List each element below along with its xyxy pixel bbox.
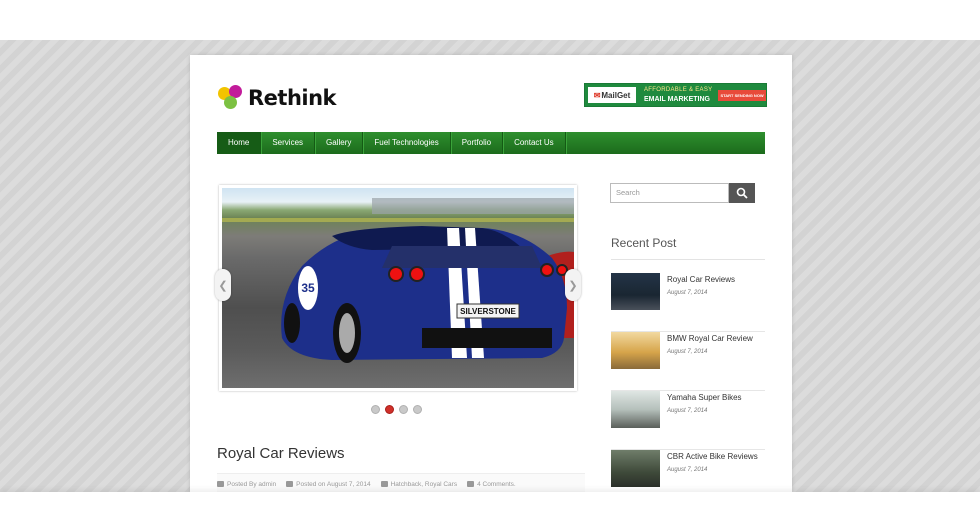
ad-headline: EMAIL MARKETING: [644, 96, 710, 103]
recent-post-thumbnail[interactable]: [611, 391, 660, 428]
post-date: Posted on August 7, 2014: [286, 481, 371, 488]
nav-contact-us[interactable]: Contact Us: [503, 132, 566, 154]
slider-dot-4[interactable]: [413, 405, 422, 414]
slider-pagination: [371, 405, 422, 414]
slider-dot-2[interactable]: [385, 405, 394, 414]
nav-fuel-technologies[interactable]: Fuel Technologies: [363, 132, 451, 154]
site-name: Rethink: [248, 86, 337, 110]
slide-frame: 35 SILVERSTONE: [219, 185, 577, 391]
slider-dot-3[interactable]: [399, 405, 408, 414]
post-categories[interactable]: Hatchback, Royal Cars: [380, 481, 457, 488]
ad-text: AFFORDABLE & EASY EMAIL MARKETING: [644, 86, 712, 104]
ad-button[interactable]: START SENDING NOW: [718, 89, 766, 101]
recent-post-thumbnail[interactable]: [611, 332, 660, 369]
recent-post-title[interactable]: Yamaha Super Bikes: [667, 393, 742, 402]
car-photo: 35 SILVERSTONE: [222, 198, 574, 363]
recent-post-heading: Recent Post: [611, 236, 677, 250]
svg-text:35: 35: [301, 281, 315, 295]
site-logo[interactable]: Rethink: [218, 83, 337, 113]
nav-services[interactable]: Services: [261, 132, 316, 154]
ad-logo: ✉ MailGet: [588, 87, 636, 103]
chevron-right-icon: ❯: [568, 279, 578, 292]
calendar-icon: [286, 481, 294, 487]
bottom-strip: [0, 492, 980, 530]
post-author[interactable]: Posted By admin: [217, 481, 276, 488]
slider-next-button[interactable]: ❯: [565, 269, 581, 301]
recent-post-date: August 7, 2014: [667, 290, 708, 296]
svg-text:SILVERSTONE: SILVERSTONE: [460, 307, 516, 316]
recent-post-title[interactable]: CBR Active Bike Reviews: [667, 452, 758, 461]
chevron-left-icon: ❮: [218, 279, 228, 292]
recent-post-date: August 7, 2014: [667, 349, 708, 355]
slide-image: 35 SILVERSTONE: [222, 188, 574, 388]
search-button[interactable]: [729, 183, 755, 203]
recent-post-item[interactable]: Yamaha Super Bikes August 7, 2014: [611, 391, 765, 450]
recent-post-item[interactable]: CBR Active Bike Reviews August 7, 2014: [611, 450, 765, 492]
site-page: Rethink ✉ MailGet AFFORDABLE & EASY EMAIL…: [190, 55, 792, 492]
nav-home[interactable]: Home: [217, 132, 262, 154]
recent-post-title[interactable]: BMW Royal Car Review: [667, 334, 753, 343]
ad-tagline: AFFORDABLE & EASY: [644, 87, 713, 93]
post-title[interactable]: Royal Car Reviews: [217, 445, 345, 462]
recent-post-item[interactable]: BMW Royal Car Review August 7, 2014: [611, 332, 765, 391]
recent-post-title[interactable]: Royal Car Reviews: [667, 275, 735, 284]
logo-icon: [218, 85, 244, 111]
recent-post-list: Royal Car Reviews August 7, 2014 BMW Roy…: [611, 273, 765, 492]
image-slider: 35 SILVERSTONE ❮ ❯: [215, 183, 581, 393]
top-strip: [0, 0, 980, 40]
nav-gallery[interactable]: Gallery: [315, 132, 364, 154]
recent-post-date: August 7, 2014: [667, 467, 708, 473]
search-input[interactable]: Search: [610, 183, 729, 203]
folder-icon: [380, 481, 388, 487]
slider-prev-button[interactable]: ❮: [215, 269, 231, 301]
main-nav: Home Services Gallery Fuel Technologies …: [217, 132, 765, 154]
nav-portfolio[interactable]: Portfolio: [451, 132, 504, 154]
post-comments[interactable]: 4 Comments.: [467, 481, 516, 488]
slider-dot-1[interactable]: [371, 405, 380, 414]
user-icon: [217, 481, 224, 487]
recent-post-thumbnail[interactable]: [611, 450, 660, 487]
post-meta: Posted By admin Posted on August 7, 2014…: [217, 473, 585, 492]
recent-post-date: August 7, 2014: [667, 408, 708, 414]
search-box: Search: [610, 183, 755, 203]
recent-post-thumbnail[interactable]: [611, 273, 660, 310]
divider: [611, 259, 765, 260]
recent-post-item[interactable]: Royal Car Reviews August 7, 2014: [611, 273, 765, 332]
ad-banner[interactable]: ✉ MailGet AFFORDABLE & EASY EMAIL MARKETI…: [584, 83, 767, 107]
search-icon: [736, 187, 748, 199]
comment-icon: [467, 481, 475, 487]
